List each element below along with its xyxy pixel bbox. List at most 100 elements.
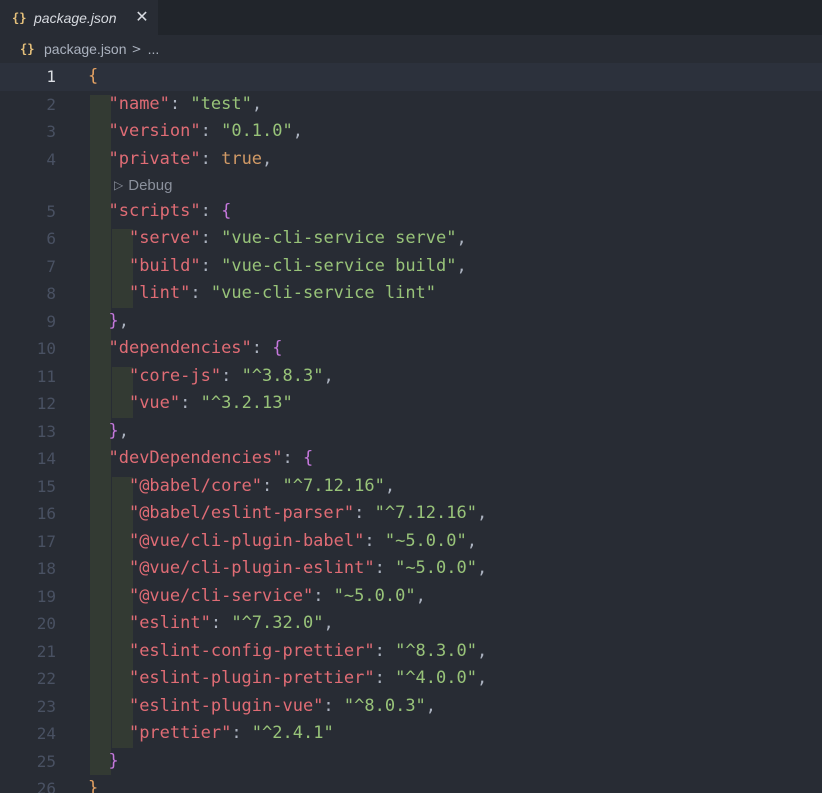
line-number: 20 (36, 614, 56, 634)
token-punc: , (118, 310, 129, 331)
line-code: "eslint-config-prettier": "^8.3.0", (88, 638, 487, 666)
line-number: 4 (46, 149, 56, 169)
token-punc: : (262, 475, 283, 496)
code-line[interactable]: 5 "scripts": { (0, 198, 822, 226)
token-key: "name" (108, 93, 170, 114)
tab-bar: {} package.json ✕ (0, 0, 822, 35)
token-ws (88, 393, 129, 413)
token-punc: : (210, 613, 232, 634)
tab-package-json[interactable]: {} package.json ✕ (0, 0, 158, 35)
token-ws (88, 149, 108, 169)
code-line[interactable]: 8 "lint": "vue-cli-service lint" (0, 280, 822, 308)
token-punc: : (180, 393, 201, 414)
token-punc: , (384, 475, 396, 496)
token-key: "eslint-config-prettier" (128, 640, 375, 661)
breadcrumb-symbols[interactable]: ... (148, 41, 160, 57)
code-line[interactable]: 26} (0, 775, 822, 793)
line-number: 10 (36, 339, 56, 359)
code-line[interactable]: 18 "@vue/cli-plugin-eslint": "~5.0.0", (0, 555, 822, 583)
line-code: { (88, 63, 98, 91)
token-ws (88, 723, 129, 743)
line-number: 24 (36, 724, 56, 744)
line-code: } (88, 775, 98, 793)
line-code: "build": "vue-cli-service build", (88, 253, 467, 281)
token-punc: , (323, 613, 334, 634)
breadcrumb-file[interactable]: package.json (44, 41, 127, 57)
token-key: "scripts" (108, 200, 201, 221)
json-file-icon: {} (12, 10, 27, 25)
token-punc: : (282, 448, 303, 469)
code-line[interactable]: 21 "eslint-config-prettier": "^8.3.0", (0, 638, 822, 666)
code-line[interactable]: 19 "@vue/cli-service": "~5.0.0", (0, 583, 822, 611)
line-code: "@babel/core": "^7.12.16", (88, 473, 395, 501)
code-line[interactable]: 23 "eslint-plugin-vue": "^8.0.3", (0, 693, 822, 721)
line-code: "scripts": { (88, 198, 231, 226)
token-str: "~5.0.0" (333, 585, 416, 606)
token-punc: : (354, 503, 375, 524)
code-line[interactable]: 13 }, (0, 418, 822, 446)
code-line[interactable]: 1{ (0, 63, 822, 91)
token-str: "~5.0.0" (384, 530, 467, 551)
token-key: "@vue/cli-plugin-eslint" (128, 558, 375, 579)
code-line[interactable]: 24 "prettier": "^2.4.1" (0, 720, 822, 748)
token-punc: : (221, 365, 242, 386)
token-ws (88, 696, 129, 716)
token-punc: , (476, 558, 488, 579)
line-number: 3 (46, 122, 56, 141)
code-line[interactable]: 14 "devDependencies": { (0, 445, 822, 473)
line-code: "lint": "vue-cli-service lint" (88, 280, 436, 308)
line-number: 1 (46, 67, 56, 86)
code-editor[interactable]: 1{2 "name": "test", 3 "version": "0.1.0",… (0, 63, 822, 793)
token-brace1: { (221, 200, 232, 221)
token-punc: , (425, 695, 437, 716)
json-file-icon: {} (20, 42, 35, 56)
code-line[interactable]: 3 "version": "0.1.0", (0, 118, 822, 146)
token-ws (88, 421, 108, 441)
token-ws (88, 121, 108, 141)
code-line[interactable]: 2 "name": "test", (0, 91, 822, 119)
token-str: "^7.32.0" (231, 613, 324, 634)
token-key: "core-js" (128, 365, 222, 386)
code-line[interactable]: 16 "@babel/eslint-parser": "^7.12.16", (0, 500, 822, 528)
token-punc: : (374, 558, 396, 579)
code-line[interactable]: 25 } (0, 748, 822, 776)
code-line[interactable]: 10 "dependencies": { (0, 335, 822, 363)
token-ws (88, 201, 108, 221)
code-line[interactable]: 4 "private": true, (0, 146, 822, 174)
token-str: "^7.12.16" (282, 475, 385, 496)
token-punc: : (374, 668, 396, 689)
token-punc: : (364, 530, 385, 551)
line-code: "devDependencies": { (88, 445, 313, 473)
close-tab-icon[interactable]: ✕ (132, 6, 152, 26)
token-punc: , (292, 121, 303, 141)
code-line[interactable]: 20 "eslint": "^7.32.0", (0, 610, 822, 638)
token-str: "^3.2.13" (200, 393, 293, 414)
line-number: 18 (36, 559, 56, 579)
token-key: "lint" (128, 283, 191, 304)
token-key: "prettier" (128, 723, 232, 744)
code-line[interactable]: 6 "serve": "vue-cli-service serve", (0, 225, 822, 253)
code-line[interactable]: 7 "build": "vue-cli-service build", (0, 253, 822, 281)
line-number: 11 (36, 366, 56, 386)
line-code: "@babel/eslint-parser": "^7.12.16", (88, 500, 487, 528)
token-punc: , (456, 255, 467, 276)
token-punc: , (476, 640, 488, 661)
token-punc: , (456, 228, 467, 249)
token-ws (88, 531, 129, 551)
token-brace0: { (88, 66, 99, 86)
token-ws (88, 641, 129, 661)
code-line[interactable]: 12 "vue": "^3.2.13" (0, 390, 822, 418)
token-str: "^4.0.0" (395, 668, 477, 689)
token-key: "@vue/cli-service" (128, 585, 314, 606)
code-line[interactable]: 11 "core-js": "^3.8.3", (0, 363, 822, 391)
token-str: "^2.4.1" (251, 723, 334, 744)
code-line[interactable]: 22 "eslint-plugin-prettier": "^4.0.0", (0, 665, 822, 693)
debug-codelens[interactable]: ▷ Debug (114, 173, 172, 198)
line-number: 25 (36, 751, 56, 771)
token-punc: : (200, 148, 222, 169)
token-punc: , (476, 503, 488, 524)
code-line[interactable]: 15 "@babel/core": "^7.12.16", (0, 473, 822, 501)
code-line[interactable]: 17 "@vue/cli-plugin-babel": "~5.0.0", (0, 528, 822, 556)
token-key: "eslint" (128, 613, 211, 634)
code-line[interactable]: 9 }, (0, 308, 822, 336)
